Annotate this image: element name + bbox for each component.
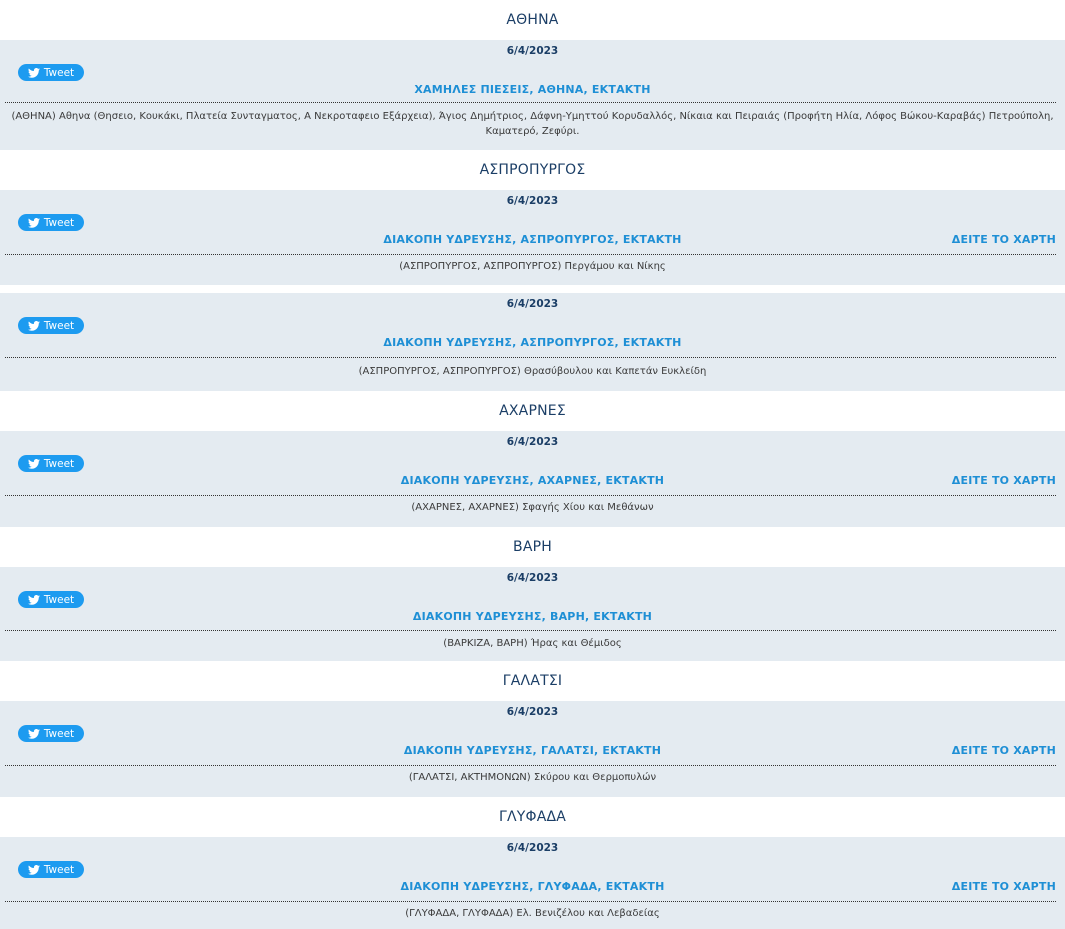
divider xyxy=(5,254,1056,255)
notice-list: ΑΘΗΝΑ 6/4/2023 Tweet ΧΑΜΗΛΕΣ ΠΙΕΣΕΙΣ, ΑΘ… xyxy=(0,0,1065,929)
notice-title-link[interactable]: ΧΑΜΗΛΕΣ ΠΙΕΣΕΙΣ, ΑΘΗΝΑ, ΕΚΤΑΚΤΗ xyxy=(0,83,1065,96)
tweet-label: Tweet xyxy=(43,727,75,740)
tweet-button[interactable]: Tweet xyxy=(18,64,84,81)
tweet-button[interactable]: Tweet xyxy=(18,214,84,231)
divider xyxy=(5,901,1056,902)
twitter-bird-icon xyxy=(27,728,40,739)
notice-detail: (ΑΣΠΡΟΠΥΡΓΟΣ, ΑΣΠΡΟΠΥΡΓΟΣ) Περγάμου και … xyxy=(399,261,666,272)
notice-card: 6/4/2023 Tweet ΧΑΜΗΛΕΣ ΠΙΕΣΕΙΣ, ΑΘΗΝΑ, Ε… xyxy=(0,40,1065,150)
tweet-label: Tweet xyxy=(43,319,75,332)
notice-card: 6/4/2023 Tweet ΔΙΑΚΟΠΗ ΥΔΡΕΥΣΗΣ, ΑΣΠΡΟΠΥ… xyxy=(0,190,1065,285)
twitter-bird-icon xyxy=(27,217,40,228)
tweet-button[interactable]: Tweet xyxy=(18,591,84,608)
tweet-button[interactable]: Tweet xyxy=(18,317,84,334)
twitter-bird-icon xyxy=(27,67,40,78)
area-header: ΓΛΥΦΑΔΑ xyxy=(0,797,1065,837)
notice-date: 6/4/2023 xyxy=(506,842,559,854)
notice-detail: (ΒΑΡΚΙΖΑ, ΒΑΡΗ) Ήρας και Θέμιδος xyxy=(443,638,622,649)
view-map-link[interactable]: ΔΕΙΤΕ ΤΟ ΧΑΡΤΗ xyxy=(952,880,1056,893)
tweet-label: Tweet xyxy=(43,66,75,79)
notice-date: 6/4/2023 xyxy=(506,45,559,57)
area-header: ΓΑΛΑΤΣΙ xyxy=(0,661,1065,701)
notice-card: 6/4/2023 Tweet ΔΙΑΚΟΠΗ ΥΔΡΕΥΣΗΣ, ΒΑΡΗ, Ε… xyxy=(0,567,1065,661)
notice-card: 6/4/2023 Tweet ΔΙΑΚΟΠΗ ΥΔΡΕΥΣΗΣ, ΑΧΑΡΝΕΣ… xyxy=(0,431,1065,527)
divider xyxy=(5,357,1056,358)
notice-card: 6/4/2023 Tweet ΔΙΑΚΟΠΗ ΥΔΡΕΥΣΗΣ, ΓΛΥΦΑΔΑ… xyxy=(0,837,1065,929)
notice-date: 6/4/2023 xyxy=(506,436,559,448)
tweet-label: Tweet xyxy=(43,863,75,876)
notice-date: 6/4/2023 xyxy=(506,195,559,207)
notice-title-link[interactable]: ΔΙΑΚΟΠΗ ΥΔΡΕΥΣΗΣ, ΒΑΡΗ, ΕΚΤΑΚΤΗ xyxy=(0,610,1065,623)
tweet-label: Tweet xyxy=(43,593,75,606)
divider xyxy=(5,765,1056,766)
tweet-button[interactable]: Tweet xyxy=(18,455,84,472)
notice-detail: (ΑΘΗΝΑ) Αθηνα (Θησειο, Κουκάκι, Πλατεία … xyxy=(11,111,1054,137)
view-map-link[interactable]: ΔΕΙΤΕ ΤΟ ΧΑΡΤΗ xyxy=(952,744,1056,757)
area-header: ΑΧΑΡΝΕΣ xyxy=(0,391,1065,431)
notice-title-link[interactable]: ΔΙΑΚΟΠΗ ΥΔΡΕΥΣΗΣ, ΓΛΥΦΑΔΑ, ΕΚΤΑΚΤΗ xyxy=(0,880,1065,893)
divider xyxy=(5,495,1056,496)
twitter-bird-icon xyxy=(27,864,40,875)
notice-card: 6/4/2023 Tweet ΔΙΑΚΟΠΗ ΥΔΡΕΥΣΗΣ, ΑΣΠΡΟΠΥ… xyxy=(0,293,1065,391)
area-header: ΑΣΠΡΟΠΥΡΓΟΣ xyxy=(0,150,1065,190)
notice-title-link[interactable]: ΔΙΑΚΟΠΗ ΥΔΡΕΥΣΗΣ, ΓΑΛΑΤΣΙ, ΕΚΤΑΚΤΗ xyxy=(0,744,1065,757)
twitter-bird-icon xyxy=(27,458,40,469)
twitter-bird-icon xyxy=(27,320,40,331)
notice-title-link[interactable]: ΔΙΑΚΟΠΗ ΥΔΡΕΥΣΗΣ, ΑΣΠΡΟΠΥΡΓΟΣ, ΕΚΤΑΚΤΗ xyxy=(0,233,1065,246)
notice-date: 6/4/2023 xyxy=(506,298,559,310)
area-header: ΒΑΡΗ xyxy=(0,527,1065,567)
notice-detail: (ΑΣΠΡΟΠΥΡΓΟΣ, ΑΣΠΡΟΠΥΡΓΟΣ) Θρασύβουλου κ… xyxy=(358,366,707,377)
notice-detail: (ΑΧΑΡΝΕΣ, ΑΧΑΡΝΕΣ) Σφαγής Χίου και Μεθάν… xyxy=(411,502,654,513)
tweet-label: Tweet xyxy=(43,457,75,470)
tweet-button[interactable]: Tweet xyxy=(18,725,84,742)
notice-title-link[interactable]: ΔΙΑΚΟΠΗ ΥΔΡΕΥΣΗΣ, ΑΧΑΡΝΕΣ, ΕΚΤΑΚΤΗ xyxy=(0,474,1065,487)
notice-detail: (ΓΛΥΦΑΔΑ, ΓΛΥΦΑΔΑ) Ελ. Βενιζέλου και Λεβ… xyxy=(405,908,660,919)
area-header: ΑΘΗΝΑ xyxy=(0,0,1065,40)
divider xyxy=(5,102,1056,103)
view-map-link[interactable]: ΔΕΙΤΕ ΤΟ ΧΑΡΤΗ xyxy=(952,474,1056,487)
divider xyxy=(5,630,1056,631)
twitter-bird-icon xyxy=(27,594,40,605)
view-map-link[interactable]: ΔΕΙΤΕ ΤΟ ΧΑΡΤΗ xyxy=(952,233,1056,246)
tweet-button[interactable]: Tweet xyxy=(18,861,84,878)
tweet-label: Tweet xyxy=(43,216,75,229)
notice-date: 6/4/2023 xyxy=(506,706,559,718)
notice-date: 6/4/2023 xyxy=(506,572,559,584)
notice-detail: (ΓΑΛΑΤΣΙ, ΑΚΤΗΜΟΝΩΝ) Σκύρου και Θερμοπυλ… xyxy=(408,772,657,783)
notice-title-link[interactable]: ΔΙΑΚΟΠΗ ΥΔΡΕΥΣΗΣ, ΑΣΠΡΟΠΥΡΓΟΣ, ΕΚΤΑΚΤΗ xyxy=(0,336,1065,349)
notice-card: 6/4/2023 Tweet ΔΙΑΚΟΠΗ ΥΔΡΕΥΣΗΣ, ΓΑΛΑΤΣΙ… xyxy=(0,701,1065,797)
